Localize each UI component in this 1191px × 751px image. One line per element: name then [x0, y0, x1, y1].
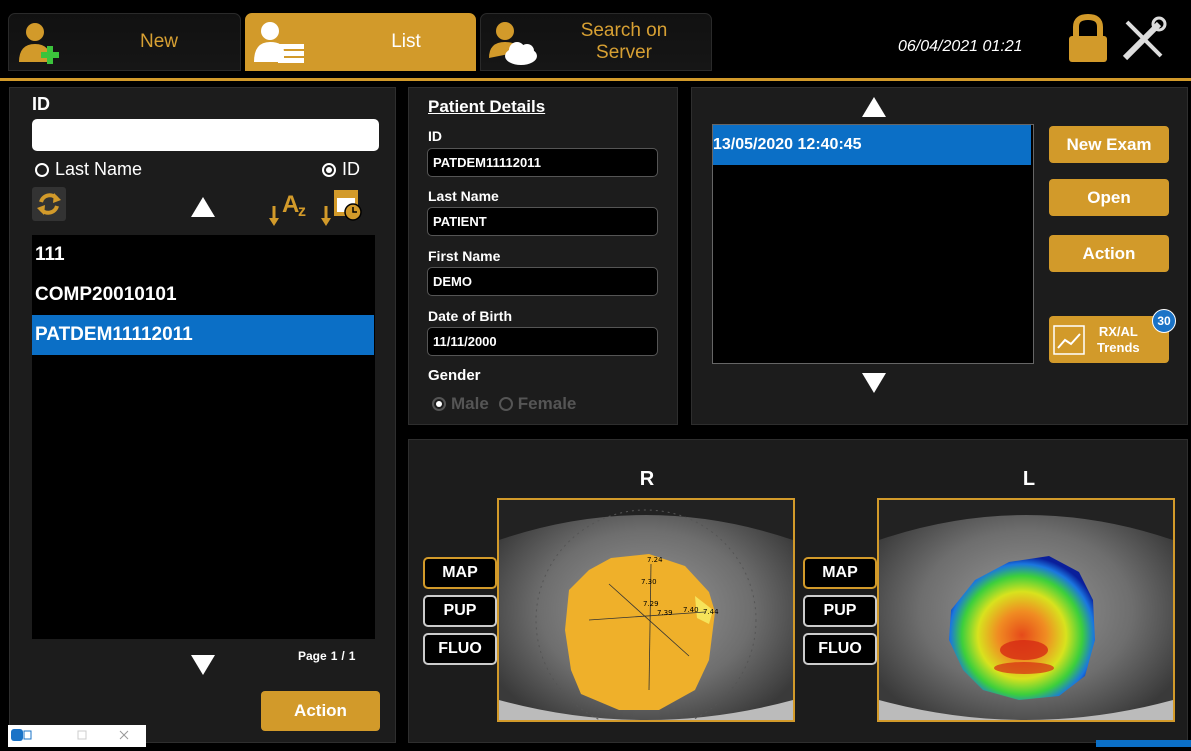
last-name-radio-label: Last Name [55, 159, 143, 179]
trend-chart-icon [1053, 324, 1085, 355]
taskbar-indicator [1096, 740, 1191, 747]
patient-details-title: Patient Details [428, 97, 546, 116]
sort-date-icon[interactable] [320, 186, 364, 226]
right-eye-label: R [639, 468, 655, 490]
datetime-display: 06/04/2021 01:21 [898, 38, 1023, 55]
list-item[interactable]: 111 [32, 235, 374, 275]
right-eye-image[interactable]: 7.24 7.30 7.29 7.39 7.40 7.44 [497, 498, 795, 722]
exam-item[interactable]: 13/05/2020 12:40:45 [713, 125, 1031, 165]
search-input[interactable] [32, 119, 379, 151]
dob-field[interactable]: 11/11/2000 [427, 327, 658, 356]
exams-panel: 13/05/2020 12:40:45 New Exam Open Action… [691, 87, 1188, 425]
refresh-icon [37, 193, 61, 215]
top-bar: New List Search on Server 06/04/2021 01:… [0, 0, 1191, 81]
svg-text:A: A [282, 191, 299, 218]
svg-text:z: z [298, 203, 306, 220]
trends-label: RX/AL Trends [1097, 324, 1140, 356]
left-eye-image[interactable] [877, 498, 1175, 722]
tab-search-server[interactable]: Search on Server [480, 13, 712, 71]
trends-count-badge: 30 [1152, 309, 1176, 333]
trends-label-line2: Trends [1097, 339, 1140, 355]
right-eye-topography-map: 7.24 7.30 7.29 7.39 7.40 7.44 [499, 500, 793, 720]
female-label: Female [517, 394, 577, 413]
page-label: Page [298, 649, 327, 663]
sort-id-option[interactable]: ID [322, 159, 360, 180]
left-eye-topography-map [879, 500, 1173, 720]
scroll-up-arrow[interactable] [191, 197, 215, 217]
list-item[interactable]: COMP20010101 [32, 275, 374, 315]
search-label: ID [32, 94, 50, 114]
right-pup-button[interactable]: PUP [423, 595, 497, 627]
patient-list[interactable]: 111 COMP20010101 PATDEM11112011 [32, 235, 375, 639]
id-field[interactable]: PATDEM11112011 [427, 148, 658, 177]
exam-list[interactable]: 13/05/2020 12:40:45 [712, 124, 1034, 364]
left-pup-button[interactable]: PUP [803, 595, 877, 627]
tab-search-server-label: Search on Server [580, 20, 668, 63]
dob-label: Date of Birth [428, 308, 512, 324]
map-value: 7.24 [647, 556, 663, 564]
left-map-button[interactable]: MAP [803, 557, 877, 589]
left-fluo-button[interactable]: FLUO [803, 633, 877, 665]
remote-session-widget[interactable] [8, 725, 146, 747]
male-radio[interactable] [432, 397, 446, 411]
tab-list[interactable]: List [245, 13, 476, 71]
pagination: Page 1 / 1 [298, 649, 355, 663]
gender-options: Male Female [432, 394, 576, 414]
tab-new-label: New [139, 31, 178, 52]
images-panel: R L MAP PUP FLUO 7.24 7.30 7.29 7.39 7.4… [408, 439, 1188, 743]
trends-label-line1: RX/AL [1098, 323, 1138, 339]
user-list-icon [254, 22, 304, 63]
right-fluo-button[interactable]: FLUO [423, 633, 497, 665]
last-name-field[interactable]: PATIENT [427, 207, 658, 236]
list-action-button[interactable]: Action [261, 691, 380, 731]
sort-last-name-option[interactable]: Last Name [35, 159, 142, 180]
first-name-field[interactable]: DEMO [427, 267, 658, 296]
list-item[interactable]: PATDEM11112011 [32, 315, 374, 355]
map-value: 7.39 [657, 609, 673, 617]
add-user-icon [19, 23, 59, 64]
first-name-label: First Name [428, 248, 501, 264]
female-radio[interactable] [498, 397, 513, 411]
page-total: 1 [348, 649, 356, 663]
map-value: 7.29 [643, 600, 659, 608]
tools-icon[interactable] [1119, 16, 1167, 64]
left-eye-label: L [1022, 468, 1036, 490]
tab-new[interactable]: New [8, 13, 241, 71]
patient-list-panel: ID Last Name ID A z 111 COMP20010101 PAT… [9, 87, 396, 743]
lock-icon[interactable] [1067, 14, 1109, 64]
patient-details-panel: Patient Details ID PATDEM11112011 Last N… [408, 87, 678, 425]
exams-scroll-down-arrow[interactable] [862, 373, 886, 393]
exam-action-button[interactable]: Action [1049, 235, 1169, 272]
trends-button[interactable]: RX/AL Trends [1049, 316, 1169, 363]
new-exam-button[interactable]: New Exam [1049, 126, 1169, 163]
page-current: 1 [330, 649, 338, 663]
sort-alpha-icon[interactable]: A z [268, 186, 314, 226]
open-button[interactable]: Open [1049, 179, 1169, 216]
id-label: ID [428, 128, 442, 144]
refresh-button[interactable] [32, 187, 66, 221]
map-value: 7.30 [641, 578, 657, 586]
tab-list-label: List [391, 31, 421, 52]
id-radio[interactable] [322, 162, 336, 177]
last-name-radio[interactable] [35, 162, 49, 177]
last-name-label: Last Name [428, 188, 499, 204]
page-separator: / [341, 649, 345, 663]
remote-control-icon [11, 729, 129, 741]
cloud-user-icon [489, 22, 537, 65]
gender-label: Gender [428, 367, 481, 384]
scroll-down-arrow[interactable] [191, 655, 215, 675]
male-label: Male [451, 394, 489, 413]
exams-scroll-up-arrow[interactable] [862, 97, 886, 117]
id-radio-label: ID [342, 159, 360, 179]
right-map-button[interactable]: MAP [423, 557, 497, 589]
map-value: 7.44 [703, 608, 719, 616]
map-value: 7.40 [683, 606, 699, 614]
